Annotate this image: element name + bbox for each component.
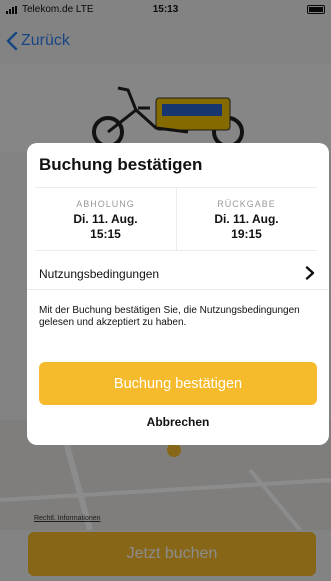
dialog-title: Buchung bestätigen — [39, 155, 203, 174]
pickup-date: Di. 11. Aug. — [73, 212, 138, 226]
confirm-booking-button[interactable]: Buchung bestätigen — [39, 362, 317, 405]
return-time: 19:15 — [231, 227, 262, 241]
return-block: RÜCKGABE Di. 11. Aug. 19:15 — [176, 188, 317, 250]
terms-row[interactable]: Nutzungsbedingungen — [27, 259, 329, 290]
pickup-time: 15:15 — [90, 227, 121, 241]
pickup-label: ABHOLUNG — [76, 199, 135, 209]
booking-confirm-dialog: Buchung bestätigen ABHOLUNG Di. 11. Aug.… — [27, 143, 329, 445]
pickup-block: ABHOLUNG Di. 11. Aug. 15:15 — [35, 188, 177, 250]
return-label: RÜCKGABE — [217, 199, 276, 209]
return-date: Di. 11. Aug. — [214, 212, 279, 226]
chevron-right-icon — [305, 266, 315, 280]
booking-dates: ABHOLUNG Di. 11. Aug. 15:15 RÜCKGABE Di.… — [35, 187, 317, 251]
cancel-button[interactable]: Abbrechen — [27, 415, 329, 429]
terms-label: Nutzungsbedingungen — [39, 267, 160, 281]
terms-notice: Mit der Buchung bestätigen Sie, die Nutz… — [39, 305, 300, 328]
